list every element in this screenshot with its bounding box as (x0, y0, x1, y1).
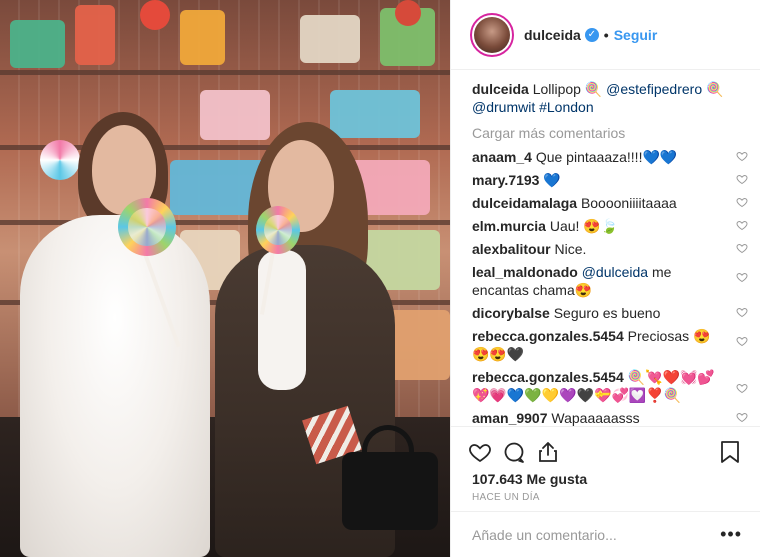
post-timestamp[interactable]: HACE UN DÍA (451, 492, 760, 503)
comment-like-heart-icon[interactable] (736, 173, 748, 185)
comment-item: elm.murcia Uau! 😍🍃 (472, 217, 748, 235)
candy-jar (10, 20, 65, 68)
load-more-comments-button[interactable]: Cargar más comentarios (472, 124, 748, 142)
comment-like-heart-icon[interactable] (736, 335, 748, 347)
comment-like-heart-icon[interactable] (736, 382, 748, 394)
comment-username[interactable]: anaam_4 (472, 149, 532, 165)
comment-item: alexbalitour Nice. (472, 240, 748, 258)
caption-text: Lollipop 🍭 (532, 81, 607, 97)
comment-item: anaam_4 Que pintaaaza!!!!💙💙 (472, 148, 748, 166)
handbag (342, 452, 438, 530)
comment-username[interactable]: dicorybalse (472, 305, 550, 321)
comment-like-heart-icon[interactable] (736, 196, 748, 208)
add-comment-input[interactable] (472, 526, 721, 543)
comment-username[interactable]: mary.7193 (472, 172, 539, 188)
comment-like-heart-icon[interactable] (736, 271, 748, 283)
caption-mention[interactable]: @drumwit (472, 99, 535, 115)
candy-jar (330, 90, 420, 138)
post-actions-area: 107.643 Me gusta HACE UN DÍA (451, 426, 760, 503)
caption-hashtag[interactable]: #London (539, 99, 594, 115)
comment-item: dulceidamalaga Booooniiiitaaaa (472, 194, 748, 212)
comment-item: rebecca.gonzales.5454 Preciosas 😍😍😍🖤 (472, 327, 748, 363)
comment-like-heart-icon[interactable] (736, 150, 748, 162)
comment-item: aman_9907 Wapaaaaasss (472, 409, 748, 426)
save-button[interactable] (713, 435, 747, 469)
candy-jar (180, 10, 225, 65)
comment-username[interactable]: elm.murcia (472, 218, 546, 234)
lollipop (256, 206, 300, 254)
comment-icon (504, 442, 524, 463)
person-left-fur-coat (20, 215, 210, 557)
comment-item: rebecca.gonzales.5454 🍭💘❤️💓💕💖💗💙💚💛💜🖤💝💞💟❣️… (472, 368, 748, 404)
share-icon (539, 442, 557, 462)
verified-badge-icon: ✓ (584, 27, 599, 42)
comment-text: Uau! 😍🍃 (549, 218, 619, 234)
comment-username[interactable]: leal_maldonado (472, 264, 578, 280)
candy-decor (140, 0, 170, 30)
likes-count[interactable]: 107.643 Me gusta (451, 470, 760, 488)
instagram-post: dulceida ✓ • Seguir dulceida Lollipop 🍭 … (0, 0, 760, 557)
caption-mention[interactable]: @estefipedrero (606, 81, 702, 97)
comment-username[interactable]: rebecca.gonzales.5454 (472, 328, 624, 344)
candy-jar (300, 15, 360, 63)
post-header: dulceida ✓ • Seguir (451, 0, 760, 70)
bookmark-icon (721, 441, 739, 463)
comment-text: Que pintaaaza!!!!💙💙 (535, 149, 678, 165)
header-separator: • (603, 26, 609, 43)
comment-text: Booooniiiitaaaa (580, 195, 677, 211)
more-options-icon[interactable]: ••• (720, 524, 742, 545)
avatar[interactable] (474, 16, 510, 53)
follow-button[interactable]: Seguir (614, 27, 658, 43)
candy-jar (75, 5, 115, 65)
comment-text: Seguro es bueno (553, 305, 661, 321)
comments-list[interactable]: dulceida Lollipop 🍭 @estefipedrero 🍭 @dr… (472, 80, 748, 426)
comment-text: Wapaaaaasss (551, 410, 640, 426)
comment-like-heart-icon[interactable] (736, 242, 748, 254)
comment-text: Nice. (554, 241, 587, 257)
post-caption: dulceida Lollipop 🍭 @estefipedrero 🍭 @dr… (472, 80, 748, 116)
comment-username[interactable]: alexbalitour (472, 241, 551, 257)
header-username[interactable]: dulceida (524, 27, 581, 43)
comment-like-heart-icon[interactable] (736, 411, 748, 423)
add-comment-bar: ••• (451, 511, 760, 557)
share-button[interactable] (531, 435, 565, 469)
post-sidebar: dulceida ✓ • Seguir dulceida Lollipop 🍭 … (450, 0, 760, 557)
action-bar (451, 427, 760, 469)
like-button[interactable] (463, 435, 497, 469)
heart-icon (469, 444, 491, 463)
shelf-divider (0, 70, 450, 75)
candy-decor (395, 0, 421, 26)
post-photo[interactable] (0, 0, 450, 557)
person-right-shirt (258, 250, 306, 390)
lollipop (118, 198, 176, 256)
comment-text: 💙 (543, 172, 561, 188)
comment-like-heart-icon[interactable] (736, 219, 748, 231)
comment-mention[interactable]: @dulceida (582, 264, 648, 280)
profile-avatar-ring[interactable] (470, 12, 514, 57)
comment-button[interactable] (497, 435, 531, 469)
candy-decor (40, 140, 80, 180)
comment-username[interactable]: dulceidamalaga (472, 195, 577, 211)
caption-username[interactable]: dulceida (472, 81, 529, 97)
comment-item: mary.7193 💙 (472, 171, 748, 189)
candy-jar (200, 90, 270, 140)
comment-like-heart-icon[interactable] (736, 306, 748, 318)
comment-username[interactable]: aman_9907 (472, 410, 548, 426)
caption-text: 🍭 (702, 81, 724, 97)
comment-item: leal_maldonado @dulceida me encantas cha… (472, 263, 748, 299)
comment-item: dicorybalse Seguro es bueno (472, 304, 748, 322)
comment-username[interactable]: rebecca.gonzales.5454 (472, 369, 624, 385)
